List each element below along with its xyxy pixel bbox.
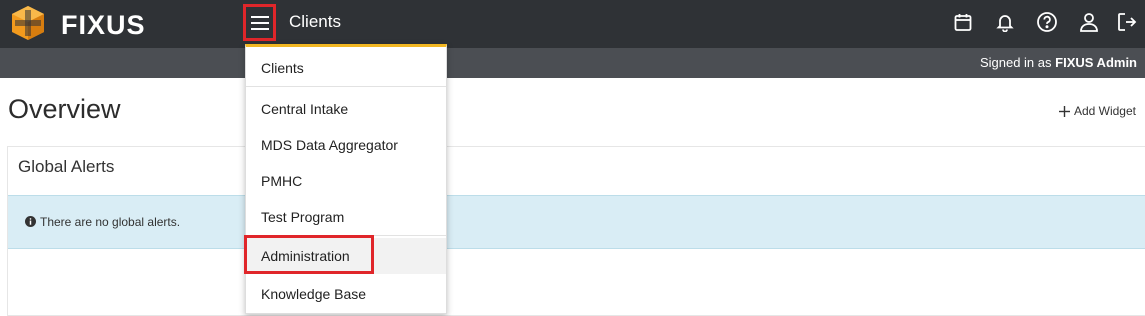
plus-icon (1058, 105, 1070, 117)
bell-icon (996, 15, 1014, 32)
menu-item-pmhc[interactable]: PMHC (246, 163, 446, 199)
signed-in-user-name: FIXUS Admin (1055, 55, 1137, 70)
alert-message: There are no global alerts. (8, 195, 1145, 249)
logo-cube-icon (12, 6, 44, 40)
menu-item-central-intake[interactable]: Central Intake (246, 91, 446, 127)
sub-header-bar: Signed in as FIXUS Admin (0, 48, 1145, 78)
add-widget-button[interactable]: Add Widget (1058, 104, 1136, 118)
user-profile-button[interactable] (1076, 9, 1102, 35)
info-icon (25, 216, 36, 227)
panel-title: Global Alerts (18, 157, 115, 176)
signed-in-prefix: Signed in as (979, 55, 1052, 70)
global-alerts-panel: Global Alerts There are no global alerts… (7, 146, 1145, 316)
help-icon (1037, 12, 1057, 32)
menu-item-knowledge-base[interactable]: Knowledge Base (246, 276, 446, 312)
menu-item-clients[interactable]: Clients (246, 50, 446, 86)
menu-item-test-program[interactable]: Test Program (246, 199, 446, 235)
administration-highlight-box (244, 235, 374, 274)
page-header-title: Clients (289, 12, 341, 31)
help-button[interactable] (1034, 9, 1060, 35)
main-menu-button[interactable] (243, 4, 276, 41)
menu-item-mds-data-aggregator[interactable]: MDS Data Aggregator (246, 127, 446, 163)
logout-button[interactable] (1114, 9, 1140, 35)
notifications-button[interactable] (992, 9, 1018, 35)
menu-divider (246, 86, 446, 87)
page-title: Overview (8, 94, 121, 124)
calendar-icon (954, 14, 972, 31)
fixus-logo[interactable]: FIXUS (8, 4, 156, 42)
brand-name: FIXUS (61, 10, 146, 40)
alert-text: There are no global alerts. (40, 215, 181, 229)
top-navbar: FIXUS Clients (0, 0, 1145, 48)
hamburger-menu-icon (250, 15, 269, 30)
calendar-button[interactable] (950, 9, 976, 35)
add-widget-label: Add Widget (1073, 104, 1136, 118)
logout-icon (1118, 13, 1137, 31)
user-icon (1080, 13, 1098, 32)
signed-in-indicator: Signed in as FIXUS Admin (980, 55, 1137, 70)
